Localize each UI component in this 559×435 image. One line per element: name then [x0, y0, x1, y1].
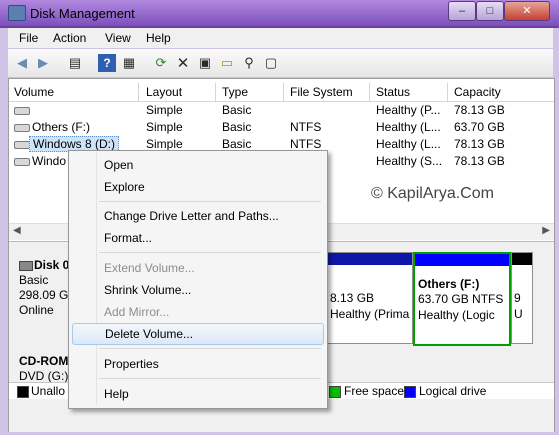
legend-swatch-logical-drive: [404, 386, 416, 398]
menu-file[interactable]: File: [19, 31, 38, 45]
context-menu: Open Explore Change Drive Letter and Pat…: [68, 150, 328, 409]
volume-name: Windo: [32, 154, 67, 168]
menu-separator: [99, 378, 321, 379]
volume-file-system: NTFS: [290, 137, 322, 151]
volume-capacity: 78.13 GB: [454, 154, 505, 168]
disk-name: Disk 0: [34, 258, 70, 272]
toolbar: ◀ ▶ ▤ ? ▦ ⟳ ✕ ▣ ▭ ⚲ ▢: [8, 49, 553, 78]
volume-status: Healthy (L...: [376, 120, 441, 134]
menu-item-explore[interactable]: Explore: [72, 176, 322, 198]
menu-action[interactable]: Action: [53, 31, 86, 45]
volume-row[interactable]: Simple Basic Healthy (P... 78.13 GB: [9, 102, 554, 119]
menu-item-help[interactable]: Help: [72, 383, 322, 405]
open-folder-icon[interactable]: ▭: [218, 54, 236, 72]
volume-file-system: NTFS: [290, 120, 322, 134]
volume-type: Basic: [222, 120, 252, 134]
partition-status: Healthy (Primar: [330, 307, 410, 321]
menu-item-shrink-volume[interactable]: Shrink Volume...: [72, 279, 322, 301]
close-button[interactable]: ✕: [504, 1, 550, 21]
menu-item-extend-volume: Extend Volume...: [104, 261, 195, 275]
partition-size: 9: [514, 291, 521, 305]
legend-label-free-space: Free space: [344, 384, 405, 398]
disk-management-app-icon: [8, 5, 26, 21]
volume-icon: [14, 107, 30, 115]
column-divider[interactable]: [138, 83, 139, 101]
legend-swatch-unallocated: [17, 386, 29, 398]
scroll-left-icon[interactable]: ◀: [13, 225, 21, 236]
partition-others-f[interactable]: Others (F:) 63.70 GB NTFS Healthy (Logic: [413, 252, 511, 346]
partition-title: Others (F:): [418, 277, 480, 291]
menu-separator: [99, 201, 321, 202]
partition-partial[interactable]: 9 U: [511, 252, 533, 344]
menu-item-properties[interactable]: Properties: [72, 353, 322, 375]
forward-icon[interactable]: ▶: [34, 54, 52, 72]
partition-primary[interactable]: 8.13 GB Healthy (Primar: [327, 252, 413, 344]
column-file-system[interactable]: File System: [290, 85, 353, 99]
menu-view[interactable]: View: [105, 31, 131, 45]
column-type[interactable]: Type: [222, 85, 248, 99]
volume-type: Basic: [222, 137, 252, 151]
partition-bar: [512, 253, 532, 265]
properties-icon[interactable]: ▦: [120, 54, 138, 72]
volume-layout: Simple: [146, 137, 183, 151]
legend-label-logical-drive: Logical drive: [419, 384, 487, 398]
volume-capacity: 78.13 GB: [454, 103, 505, 117]
back-icon[interactable]: ◀: [13, 54, 31, 72]
settings-icon[interactable]: ▣: [196, 54, 214, 72]
partition-status: Healthy (Logic: [418, 308, 495, 322]
partition-status: U: [514, 307, 523, 321]
refresh-icon[interactable]: ⟳: [152, 54, 170, 72]
volume-row[interactable]: Others (F:) Simple Basic NTFS Healthy (L…: [9, 119, 554, 136]
title-bar[interactable]: Disk Management – □ ✕: [0, 0, 559, 26]
volume-status: Healthy (P...: [376, 103, 441, 117]
partition-bar: [415, 254, 509, 266]
window-title: Disk Management: [30, 6, 135, 21]
menu-item-delete-volume[interactable]: Delete Volume...: [72, 323, 324, 345]
legend-label-unallocated: Unallo: [31, 384, 66, 398]
volume-type: Basic: [222, 103, 252, 117]
menu-separator: [99, 348, 321, 349]
legend-swatch-free-space: [329, 386, 341, 398]
column-status[interactable]: Status: [376, 85, 410, 99]
partition-size: 63.70 GB NTFS: [418, 292, 504, 306]
help-icon[interactable]: ?: [98, 54, 116, 72]
disk-management-window: Disk Management – □ ✕ File Action View H…: [0, 0, 559, 435]
column-divider[interactable]: [447, 83, 448, 101]
column-divider[interactable]: [283, 83, 284, 101]
menu-help[interactable]: Help: [146, 31, 171, 45]
column-divider[interactable]: [215, 83, 216, 101]
column-capacity[interactable]: Capacity: [454, 85, 501, 99]
column-volume[interactable]: Volume: [14, 85, 54, 99]
watermark: © KapilArya.Com: [371, 185, 494, 202]
volume-layout: Simple: [146, 120, 183, 134]
scroll-right-icon[interactable]: ▶: [542, 225, 550, 236]
partition-bar: [328, 253, 412, 265]
menu-item-open[interactable]: Open: [72, 154, 322, 176]
volume-capacity: 78.13 GB: [454, 137, 505, 151]
partition-size: 8.13 GB: [330, 291, 375, 305]
volume-icon: [14, 141, 30, 149]
volume-icon: [14, 158, 30, 166]
maximize-button[interactable]: □: [476, 1, 504, 21]
window-icon[interactable]: ▢: [262, 54, 280, 72]
volume-list-header: Volume Layout Type File System Status Ca…: [9, 83, 554, 102]
show-hide-console-tree-icon[interactable]: ▤: [66, 54, 84, 72]
column-layout[interactable]: Layout: [146, 85, 182, 99]
minimize-button[interactable]: –: [448, 1, 476, 21]
menu-item-add-mirror: Add Mirror...: [104, 305, 170, 319]
menu-item-change-drive-letter[interactable]: Change Drive Letter and Paths...: [72, 205, 322, 227]
search-icon[interactable]: ⚲: [240, 54, 258, 72]
volume-layout: Simple: [146, 103, 183, 117]
volume-capacity: 63.70 GB: [454, 120, 505, 134]
menu-item-format[interactable]: Format...: [72, 227, 322, 249]
volume-status: Healthy (L...: [376, 137, 441, 151]
delete-icon[interactable]: ✕: [174, 54, 192, 72]
disk-icon: [19, 261, 33, 271]
menu-bar: File Action View Help: [8, 28, 553, 48]
volume-icon: [14, 124, 30, 132]
column-divider[interactable]: [369, 83, 370, 101]
volume-name: Others (F:): [32, 120, 91, 134]
volume-status: Healthy (S...: [376, 154, 443, 168]
menu-separator: [99, 252, 321, 253]
